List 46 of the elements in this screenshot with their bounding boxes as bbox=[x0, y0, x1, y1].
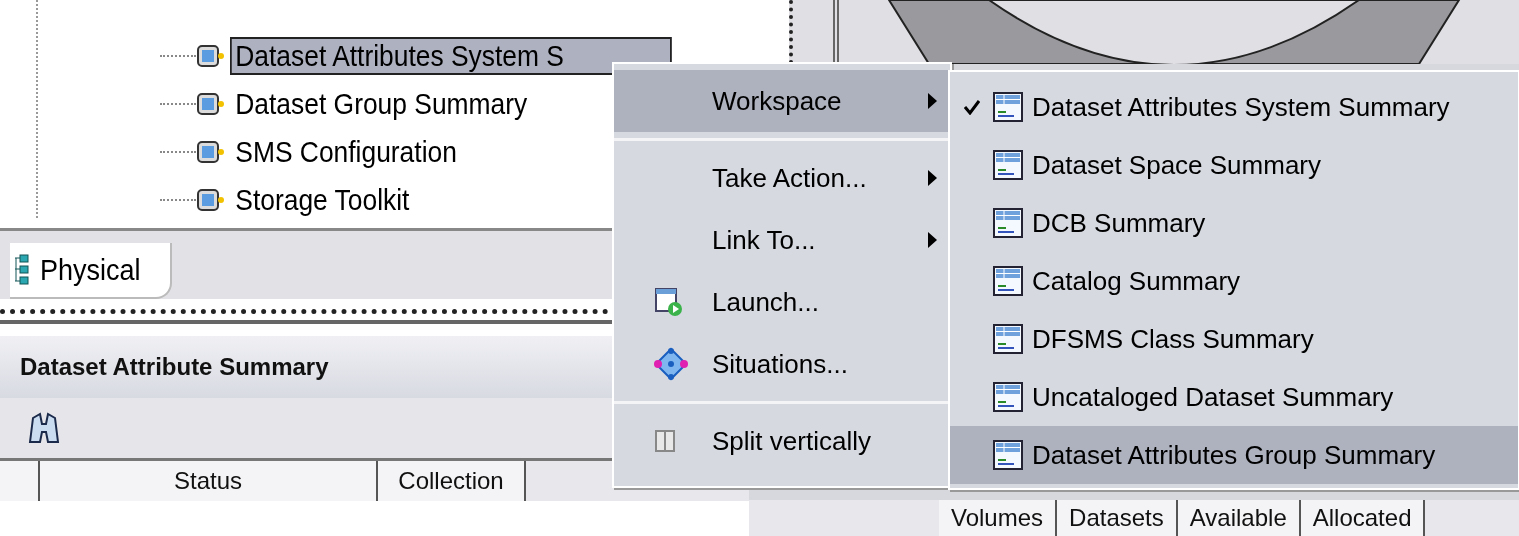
splitter-bar[interactable] bbox=[789, 0, 839, 64]
menu-item[interactable]: Dataset Space Summary bbox=[950, 136, 1518, 194]
menu-item[interactable]: Split vertically bbox=[614, 410, 950, 472]
menu-item[interactable]: DCB Summary bbox=[950, 194, 1518, 252]
tree-item[interactable]: Storage Toolkit bbox=[230, 181, 415, 219]
panel-title: Dataset Attribute Summary bbox=[20, 353, 329, 381]
menu-item[interactable]: Launch... bbox=[614, 271, 950, 333]
workspace-icon bbox=[992, 323, 1024, 355]
tree-item[interactable]: Dataset Group Summary bbox=[230, 85, 533, 123]
workspace-icon bbox=[992, 91, 1024, 123]
node-icon bbox=[196, 139, 226, 165]
tab[interactable]: Physical bbox=[10, 243, 172, 299]
workspace-icon bbox=[992, 149, 1024, 181]
node-icon bbox=[196, 187, 226, 213]
tree-item[interactable]: SMS Configuration bbox=[230, 133, 463, 171]
menu-item[interactable]: Dataset Attributes System Summary bbox=[950, 78, 1518, 136]
topology-icon bbox=[14, 253, 30, 287]
menu-item[interactable]: Catalog Summary bbox=[950, 252, 1518, 310]
menu-item[interactable]: Uncataloged Dataset Summary bbox=[950, 368, 1518, 426]
tree-item[interactable]: Dataset Attributes System S bbox=[230, 37, 672, 75]
node-icon bbox=[196, 91, 226, 117]
submenu-arrow-icon bbox=[926, 92, 938, 110]
workspace-icon bbox=[992, 207, 1024, 239]
column-header[interactable]: Allocated bbox=[1300, 500, 1426, 536]
node-icon bbox=[196, 43, 226, 69]
menu-item[interactable]: DFSMS Class Summary bbox=[950, 310, 1518, 368]
launch-icon bbox=[654, 287, 684, 317]
submenu-arrow-icon bbox=[926, 169, 938, 187]
menu-item[interactable]: Dataset Attributes Group Summary bbox=[950, 426, 1518, 484]
menu-item[interactable]: Take Action... bbox=[614, 147, 950, 209]
menu-item[interactable]: Situations... bbox=[614, 333, 950, 395]
column-header[interactable]: Status bbox=[40, 461, 378, 501]
column-header[interactable]: Collection bbox=[378, 461, 526, 501]
column-header[interactable] bbox=[0, 461, 40, 501]
workspace-icon bbox=[992, 439, 1024, 471]
menu-item[interactable]: Link To... bbox=[614, 209, 950, 271]
column-header[interactable]: Available bbox=[1177, 500, 1301, 536]
submenu-arrow-icon bbox=[926, 231, 938, 249]
menu-item[interactable]: Workspace bbox=[614, 70, 950, 132]
column-header[interactable]: Volumes bbox=[939, 500, 1058, 536]
split-icon bbox=[654, 429, 676, 453]
column-header[interactable]: Datasets bbox=[1057, 500, 1178, 536]
workspace-icon bbox=[992, 265, 1024, 297]
binoculars-icon[interactable] bbox=[26, 410, 62, 446]
situations-icon bbox=[654, 347, 688, 381]
workspace-icon bbox=[992, 381, 1024, 413]
